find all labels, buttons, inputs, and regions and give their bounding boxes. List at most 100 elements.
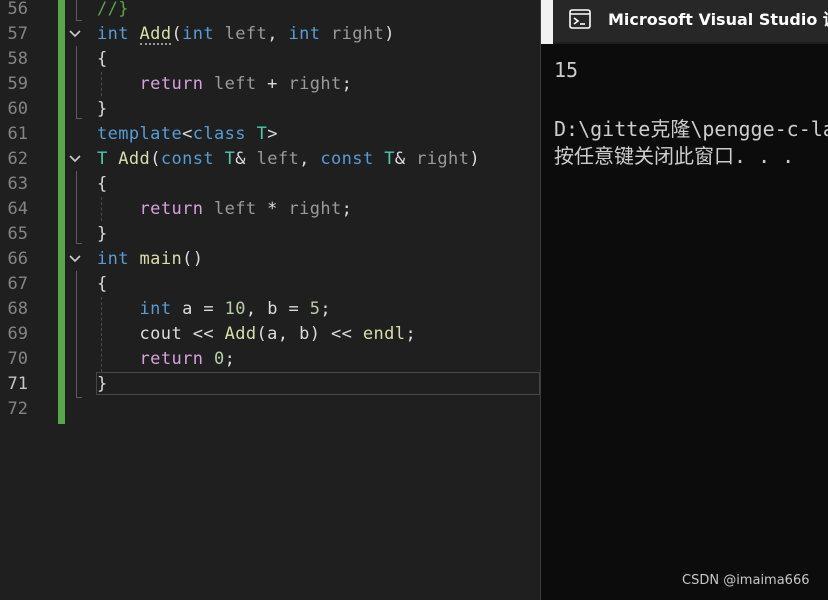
code-token: T (224, 149, 236, 169)
code-token: { (97, 274, 108, 294)
code-token: endl (362, 324, 406, 344)
code-line[interactable]: 69 cout << Add(a, b) << endl; (0, 322, 540, 347)
code-line[interactable]: 61 template<class T> (0, 122, 540, 147)
code-line[interactable]: 64 return left * right; (0, 197, 540, 222)
code-token: , (299, 149, 321, 169)
chevron-down-icon[interactable] (68, 22, 82, 47)
code-text: return left * right; (97, 197, 352, 222)
code-text: return 0; (97, 347, 235, 372)
code-token: ; (341, 199, 353, 219)
line-number: 57 (7, 24, 28, 44)
code-token: Add (224, 324, 257, 344)
code-token: 0 (214, 349, 225, 369)
code-token: ( (171, 24, 183, 44)
code-token: * (256, 199, 289, 219)
line-number: 63 (7, 174, 28, 194)
code-editor[interactable]: 56 //} 57 int Add(int left, int right) 58 {59… (0, 0, 540, 600)
code-token: template (97, 124, 183, 144)
console-titlebar[interactable]: Microsoft Visual Studio 调试控制台 (541, 0, 828, 44)
code-token: { (97, 174, 108, 194)
code-text: //} (97, 0, 129, 22)
code-line[interactable]: 65} (0, 222, 540, 247)
code-text: { (97, 172, 108, 197)
code-token: () (182, 249, 204, 269)
code-line[interactable]: 60} (0, 97, 540, 122)
console-output-path: D:\gitte克隆\pengge-c-language-c (554, 117, 828, 141)
code-text: { (97, 47, 108, 72)
code-text: { (97, 272, 108, 297)
line-number: 71 (7, 374, 28, 394)
code-token: int (139, 299, 172, 319)
line-number: 58 (7, 49, 28, 69)
code-token: right (288, 74, 342, 94)
line-number: 62 (7, 149, 28, 169)
code-text: template<class T> (97, 122, 278, 147)
code-token: main (139, 249, 183, 269)
code-line[interactable]: 68 int a = 10, b = 5; (0, 297, 540, 322)
code-line[interactable]: 58 { (0, 47, 540, 72)
code-token: right (331, 24, 385, 44)
code-token: } (97, 374, 108, 394)
code-line[interactable]: 59 return left + right; (0, 72, 540, 97)
watermark-text: CSDN @imaima666 (682, 573, 810, 588)
code-line[interactable]: 67 { (0, 272, 540, 297)
line-number: 59 (7, 74, 28, 94)
code-line[interactable]: 62 T Add(const T& left, const T& right) (0, 147, 540, 172)
line-number: 72 (7, 399, 28, 419)
code-token: Add (118, 149, 151, 169)
code-token: ) (469, 149, 480, 169)
code-text: return left + right; (97, 72, 352, 97)
line-number: 64 (7, 199, 28, 219)
code-token: const (320, 149, 374, 169)
code-token: left (256, 149, 300, 169)
code-token: //} (97, 0, 129, 19)
chevron-down-icon[interactable] (68, 147, 82, 172)
code-token: + (256, 74, 289, 94)
code-token: ( (150, 149, 161, 169)
code-token: a = (171, 299, 225, 319)
code-token: left (224, 24, 268, 44)
code-line[interactable]: 70 return 0; (0, 347, 540, 372)
code-text: } (97, 372, 108, 397)
code-text: int main() (97, 247, 203, 272)
code-text: } (97, 222, 108, 247)
code-line[interactable]: 57 int Add(int left, int right) (0, 22, 540, 47)
code-line[interactable]: 63 { (0, 172, 540, 197)
code-token: T (97, 149, 108, 169)
debug-console-window[interactable]: Microsoft Visual Studio 调试控制台 15 D:\gitt… (540, 0, 828, 600)
code-token: return (139, 199, 204, 219)
code-token: left (214, 199, 257, 219)
code-text: cout << Add(a, b) << endl; (97, 322, 416, 347)
line-number: 56 (7, 0, 28, 19)
code-token: return (139, 74, 204, 94)
line-number: 60 (7, 99, 28, 119)
code-token: & (394, 149, 417, 169)
code-line[interactable]: 72 (0, 397, 540, 422)
code-token: right (416, 149, 470, 169)
code-line[interactable]: 71} (0, 372, 540, 397)
code-text: int a = 10, b = 5; (97, 297, 331, 322)
code-line[interactable]: 56 //} (0, 0, 540, 22)
code-token: 5 (309, 299, 321, 319)
code-line[interactable]: 66 int main() (0, 247, 540, 272)
code-token: T (384, 149, 395, 169)
code-token: } (97, 224, 108, 244)
code-text: } (97, 97, 108, 122)
code-token: > (267, 124, 278, 144)
line-number: 66 (7, 249, 28, 269)
chevron-down-icon[interactable] (68, 247, 82, 272)
code-token: int (97, 249, 129, 269)
code-token: { (97, 49, 108, 69)
code-token: cout << (97, 324, 225, 344)
